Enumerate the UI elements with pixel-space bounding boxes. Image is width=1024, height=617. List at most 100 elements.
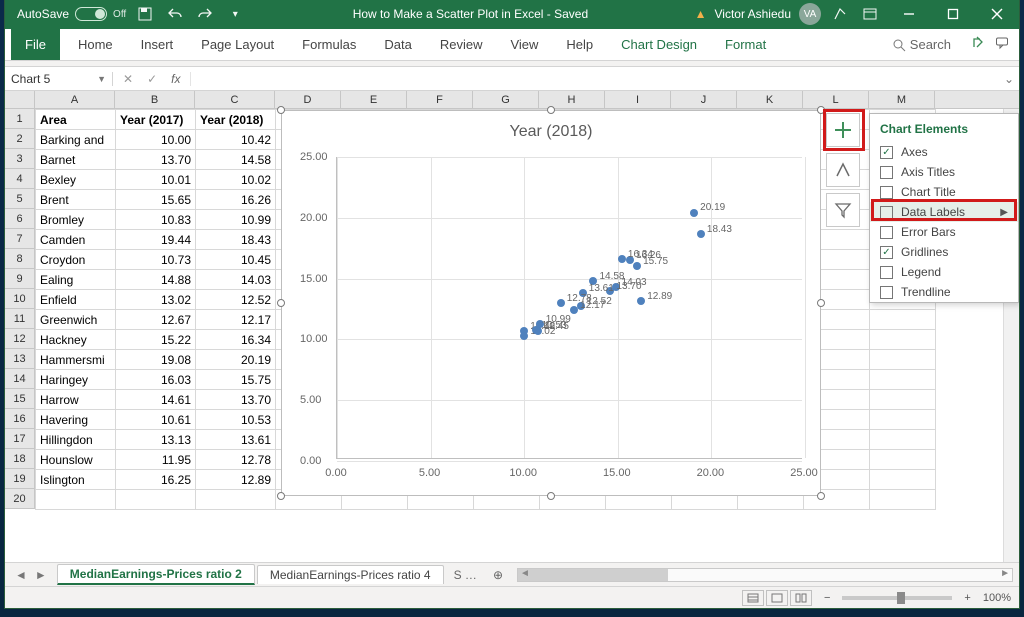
tab-view[interactable]: View — [496, 29, 552, 60]
column-header[interactable]: B — [115, 91, 195, 108]
close-button[interactable] — [975, 0, 1019, 29]
row-header[interactable]: 7 — [5, 229, 34, 249]
tab-chart-design[interactable]: Chart Design — [607, 29, 711, 60]
save-icon[interactable] — [134, 3, 156, 25]
chart-element-option-error-bars[interactable]: Error Bars — [870, 222, 1018, 242]
sheet-nav-next-icon[interactable]: ► — [35, 568, 47, 582]
chart-object[interactable]: Year (2018) 10.4214.5810.0216.2610.9918.… — [281, 110, 821, 496]
row-header[interactable]: 13 — [5, 349, 34, 369]
select-all-corner[interactable] — [5, 91, 35, 108]
autosave-pill[interactable] — [75, 7, 107, 21]
undo-icon[interactable] — [164, 3, 186, 25]
tab-data[interactable]: Data — [370, 29, 425, 60]
data-label[interactable]: 20.19 — [700, 202, 725, 213]
alert-icon[interactable]: ▲ — [695, 7, 707, 21]
tab-format[interactable]: Format — [711, 29, 780, 60]
horizontal-scrollbar[interactable]: ◄► — [517, 568, 1013, 582]
chart-title[interactable]: Year (2018) — [282, 111, 820, 145]
view-page-layout-icon[interactable] — [766, 590, 788, 606]
data-point[interactable] — [690, 209, 698, 217]
resize-handle[interactable] — [277, 299, 285, 307]
column-header[interactable]: J — [671, 91, 737, 108]
data-label[interactable]: 12.89 — [647, 291, 672, 302]
row-header[interactable]: 5 — [5, 189, 34, 209]
column-header[interactable]: I — [605, 91, 671, 108]
row-header[interactable]: 14 — [5, 369, 34, 389]
checkbox[interactable] — [880, 226, 893, 239]
row-header[interactable]: 16 — [5, 409, 34, 429]
name-box[interactable]: Chart 5 ▼ — [5, 72, 113, 86]
row-header[interactable]: 17 — [5, 429, 34, 449]
data-label[interactable]: 13.70 — [616, 281, 641, 292]
data-label[interactable]: 13.61 — [589, 283, 614, 294]
chart-element-option-axes[interactable]: ✓Axes — [870, 142, 1018, 162]
column-header[interactable]: M — [869, 91, 935, 108]
fx-icon[interactable]: fx — [171, 72, 180, 86]
data-point[interactable] — [618, 255, 626, 263]
tab-review[interactable]: Review — [426, 29, 497, 60]
data-point[interactable] — [570, 306, 578, 314]
column-header[interactable]: E — [341, 91, 407, 108]
coming-soon-icon[interactable] — [829, 3, 851, 25]
chevron-down-icon[interactable]: ▼ — [97, 74, 106, 84]
row-header[interactable]: 12 — [5, 329, 34, 349]
resize-handle[interactable] — [817, 299, 825, 307]
column-header[interactable]: A — [35, 91, 115, 108]
worksheet-grid[interactable]: ABCDEFGHIJKLM 12345678910111213141516171… — [5, 91, 1019, 562]
resize-handle[interactable] — [277, 492, 285, 500]
checkbox[interactable] — [880, 166, 893, 179]
row-header[interactable]: 4 — [5, 169, 34, 189]
chart-styles-button[interactable] — [826, 153, 860, 187]
comments-icon[interactable] — [995, 36, 1009, 53]
checkbox[interactable] — [880, 266, 893, 279]
zoom-level[interactable]: 100% — [983, 592, 1011, 604]
checkbox[interactable]: ✓ — [880, 246, 893, 259]
data-point[interactable] — [697, 230, 705, 238]
checkbox[interactable] — [880, 186, 893, 199]
avatar[interactable]: VA — [799, 3, 821, 25]
column-header[interactable]: C — [195, 91, 275, 108]
row-header[interactable]: 1 — [5, 109, 34, 129]
chart-element-option-chart-title[interactable]: Chart Title — [870, 182, 1018, 202]
chart-filters-button[interactable] — [826, 193, 860, 227]
row-header[interactable]: 3 — [5, 149, 34, 169]
row-header[interactable]: 8 — [5, 249, 34, 269]
resize-handle[interactable] — [277, 106, 285, 114]
user-name[interactable]: Victor Ashiedu — [715, 7, 792, 21]
chart-elements-button[interactable] — [826, 113, 860, 147]
share-icon[interactable] — [971, 36, 985, 53]
chart-element-option-trendline[interactable]: Trendline — [870, 282, 1018, 302]
cancel-icon[interactable]: ✕ — [123, 72, 133, 86]
tab-home[interactable]: Home — [64, 29, 127, 60]
enter-icon[interactable]: ✓ — [147, 72, 157, 86]
data-point[interactable] — [637, 297, 645, 305]
view-page-break-icon[interactable] — [790, 590, 812, 606]
chart-element-option-legend[interactable]: Legend — [870, 262, 1018, 282]
column-header[interactable]: D — [275, 91, 341, 108]
chart-element-option-data-labels[interactable]: Data Labels▶ — [870, 202, 1018, 222]
tab-file[interactable]: File — [11, 29, 60, 60]
chart-element-option-gridlines[interactable]: ✓Gridlines — [870, 242, 1018, 262]
tab-help[interactable]: Help — [552, 29, 607, 60]
row-header[interactable]: 6 — [5, 209, 34, 229]
chart-element-option-axis-titles[interactable]: Axis Titles — [870, 162, 1018, 182]
zoom-out-button[interactable]: − — [824, 592, 830, 604]
tab-page-layout[interactable]: Page Layout — [187, 29, 288, 60]
maximize-button[interactable] — [931, 0, 975, 29]
column-header[interactable]: G — [473, 91, 539, 108]
resize-handle[interactable] — [817, 492, 825, 500]
redo-icon[interactable] — [194, 3, 216, 25]
data-point[interactable] — [520, 332, 528, 340]
row-header[interactable]: 19 — [5, 469, 34, 489]
resize-handle[interactable] — [817, 106, 825, 114]
zoom-slider[interactable] — [842, 596, 952, 600]
submenu-arrow-icon[interactable]: ▶ — [1000, 207, 1008, 218]
row-header[interactable]: 18 — [5, 449, 34, 469]
tab-insert[interactable]: Insert — [127, 29, 188, 60]
data-label[interactable]: 12.78 — [567, 293, 592, 304]
tab-formulas[interactable]: Formulas — [288, 29, 370, 60]
resize-handle[interactable] — [547, 492, 555, 500]
checkbox[interactable]: ✓ — [880, 146, 893, 159]
data-label[interactable]: 10.53 — [542, 320, 567, 331]
formula-expand-icon[interactable]: ⌄ — [999, 72, 1019, 86]
